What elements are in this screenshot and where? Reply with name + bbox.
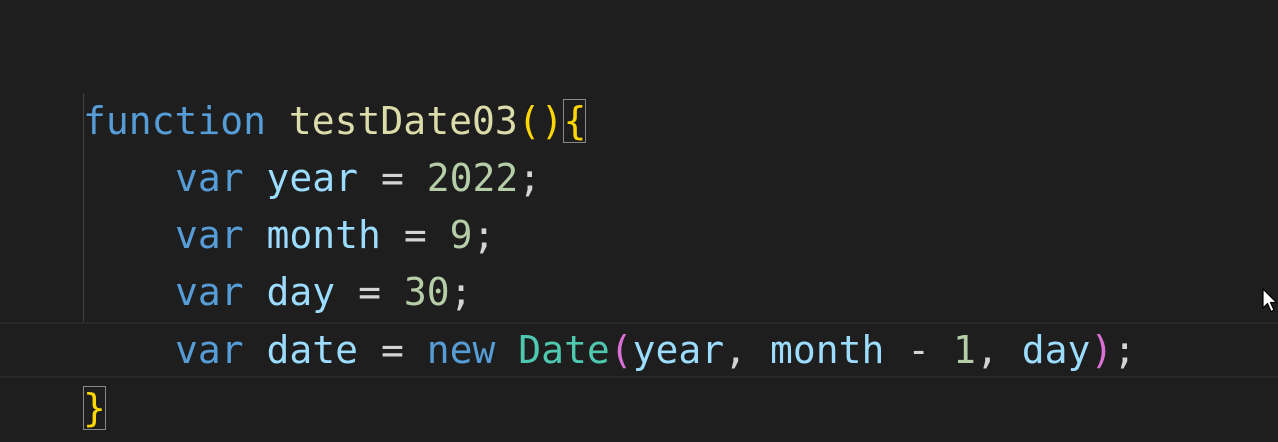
var-keyword: var (175, 270, 244, 314)
comma: , (975, 328, 999, 372)
variable-name: day (266, 270, 336, 314)
variable-name: date (266, 328, 359, 372)
code-editor[interactable]: function testDate03(){ var year = 2022; … (0, 0, 1278, 442)
open-brace: { (563, 99, 587, 143)
argument-year: year (632, 328, 725, 372)
mouse-pointer-icon (1262, 288, 1278, 313)
open-paren: ( (609, 328, 633, 372)
minus-operator: - (907, 328, 931, 372)
semicolon: ; (472, 213, 496, 257)
argument-day: day (1021, 328, 1091, 372)
new-keyword: new (426, 328, 496, 372)
close-paren: ) (1090, 328, 1114, 372)
var-keyword: var (175, 213, 244, 257)
code-line-2[interactable]: var year = 2022; (0, 93, 541, 200)
number-literal: 1 (953, 328, 976, 372)
variable-name: year (266, 156, 359, 200)
var-keyword: var (175, 328, 244, 372)
class-name: Date (518, 328, 610, 372)
code-line-6[interactable]: } (0, 323, 106, 430)
code-line-4[interactable]: var day = 30; (0, 207, 473, 314)
function-name: testDate03 (288, 99, 518, 143)
close-brace: } (83, 386, 106, 430)
function-parens: () (517, 99, 564, 143)
code-line-3[interactable]: var month = 9; (0, 150, 495, 257)
code-line-5[interactable]: var date = new Date(year, month - 1, day… (0, 265, 1136, 372)
variable-name: month (266, 213, 381, 257)
assign-operator: = (403, 213, 427, 257)
semicolon: ; (449, 270, 473, 314)
argument-month: month (769, 328, 885, 372)
comma: , (724, 328, 748, 372)
assign-operator: = (380, 328, 404, 372)
code-line-1[interactable]: function testDate03(){ (0, 36, 587, 143)
assign-operator: = (380, 156, 404, 200)
function-keyword: function (83, 99, 267, 143)
number-literal: 30 (403, 270, 450, 314)
var-keyword: var (175, 156, 244, 200)
number-literal: 9 (449, 213, 473, 257)
semicolon: ; (518, 156, 542, 200)
number-literal: 2022 (426, 156, 519, 200)
semicolon: ; (1113, 328, 1137, 372)
assign-operator: = (358, 270, 381, 314)
